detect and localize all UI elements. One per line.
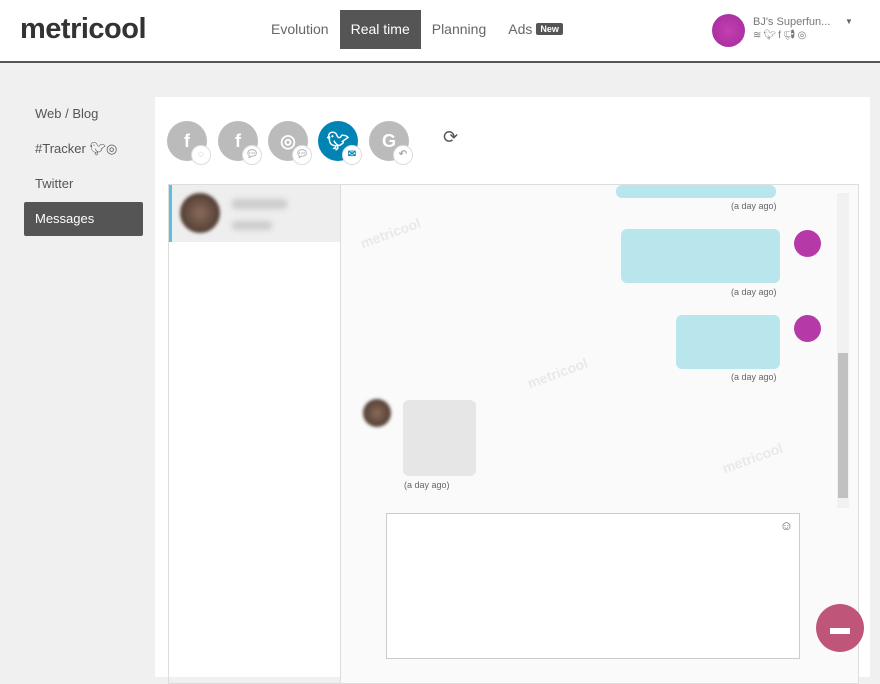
sidebar-item-messages[interactable]: Messages [24, 202, 143, 236]
google-reviews-button[interactable]: G ↶ [369, 121, 413, 165]
sidebar-item-label: #Tracker [35, 141, 86, 156]
sidebar: Web / Blog #Tracker 🐦︎◎ Twitter Messages [24, 97, 143, 237]
nav-ads-label: Ads [508, 21, 533, 37]
message-bubble-outgoing [621, 229, 780, 283]
envelope-icon: ✉ [342, 145, 362, 165]
twitter-dm-button[interactable]: 🐦︎ ✉ [318, 121, 362, 165]
facebook-comments-button[interactable]: f 💬︎ [218, 121, 262, 165]
twitter-icon: 🐦︎ [89, 141, 106, 156]
comments-icon: 💬︎ [292, 145, 312, 165]
list-item[interactable] [169, 185, 340, 242]
nav-planning[interactable]: Planning [421, 10, 498, 49]
instagram-icon: ◎ [797, 30, 809, 41]
watermark: metricool [358, 214, 423, 252]
chat-icon: ▬ [830, 617, 850, 639]
message-timestamp: (a day ago) [404, 480, 450, 490]
message-bubble-outgoing [616, 185, 776, 198]
emoji-icon[interactable]: ☺ [780, 518, 793, 533]
refresh-icon[interactable]: ⟳ [443, 127, 458, 148]
scrollbar-thumb[interactable] [838, 353, 848, 498]
watermark: metricool [525, 354, 590, 392]
contact-avatar [363, 399, 391, 427]
sidebar-item-web-blog[interactable]: Web / Blog [24, 97, 143, 131]
sidebar-item-twitter[interactable]: Twitter [24, 167, 143, 201]
sidebar-item-tracker[interactable]: #Tracker 🐦︎◎ [24, 132, 143, 166]
nav-real-time[interactable]: Real time [339, 10, 421, 49]
facebook-messenger-button[interactable]: f ◌ [167, 121, 211, 165]
instagram-comments-button[interactable]: ◎ 💬︎ [268, 121, 312, 165]
logo[interactable]: metricool [20, 13, 147, 46]
contact-name-blurred [232, 199, 287, 209]
contact-avatar [180, 193, 220, 233]
avatar [794, 230, 821, 257]
comments-icon: 💬︎ [242, 145, 262, 165]
message-input[interactable]: ☺ [386, 513, 800, 659]
scrollbar[interactable] [837, 193, 849, 508]
message-timestamp: (a day ago) [731, 201, 777, 211]
new-badge: New [536, 23, 563, 35]
user-name: BJ's Superfun... [753, 16, 831, 28]
nav-ads[interactable]: Ads New [497, 10, 574, 49]
connected-networks: ≋🐦︎f📢︎◎ [753, 30, 808, 41]
megaphone-icon: 📢︎ [782, 30, 798, 41]
support-chat-button[interactable]: ▬ [816, 604, 864, 652]
message-bubble-outgoing [676, 315, 780, 369]
chevron-down-icon[interactable]: ▼ [845, 17, 853, 26]
instagram-icon: ◎ [105, 141, 118, 156]
contact-handle-blurred [232, 221, 272, 230]
conversation-list [168, 184, 340, 684]
message-timestamp: (a day ago) [731, 372, 777, 382]
header: metricool Evolution Real time Planning A… [0, 0, 880, 63]
avatar [712, 14, 745, 47]
messenger-icon: ◌ [191, 145, 211, 165]
nav-evolution[interactable]: Evolution [260, 10, 340, 49]
avatar [794, 315, 821, 342]
reply-icon: ↶ [393, 145, 413, 165]
rss-icon: ≋ [753, 30, 764, 41]
twitter-icon: 🐦︎ [763, 30, 779, 41]
watermark: metricool [720, 439, 785, 477]
message-bubble-incoming [403, 400, 476, 476]
messages-panel: f ◌ f 💬︎ ◎ 💬︎ 🐦︎ ✉ G ↶ ⟳ metricool metricool … [155, 97, 870, 684]
main-nav: Evolution Real time Planning Ads New [260, 10, 574, 49]
message-timestamp: (a day ago) [731, 287, 777, 297]
